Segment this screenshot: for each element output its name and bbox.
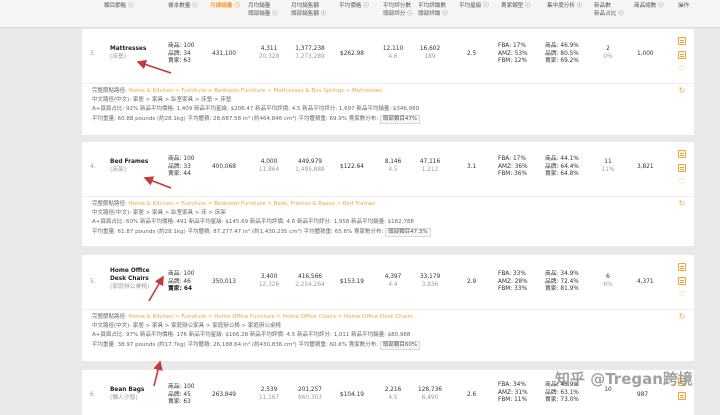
arrow-row-4 <box>153 360 163 387</box>
annotation-arrows <box>136 59 172 387</box>
arrow-row-2 <box>143 176 172 189</box>
arrow-row-3 <box>148 275 164 302</box>
arrow-row-1 <box>136 59 172 74</box>
watermark: 知乎 @Tregan跨境 <box>555 370 693 388</box>
